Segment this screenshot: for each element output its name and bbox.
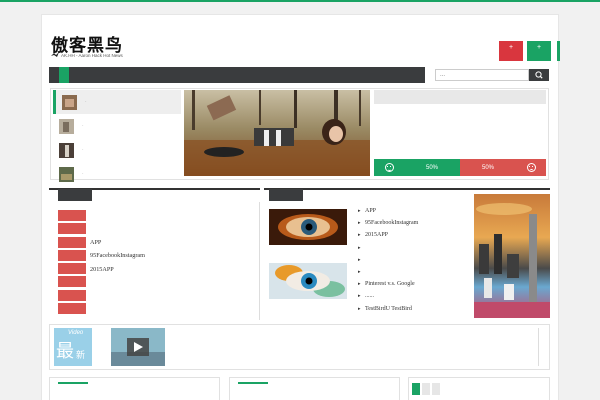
- eye-image-1[interactable]: [269, 209, 347, 245]
- featured-photo[interactable]: [184, 90, 370, 176]
- thumbnail-image: [59, 142, 74, 158]
- card-accent: [238, 382, 268, 384]
- ranking-bar[interactable]: [58, 249, 86, 261]
- ranking-bar[interactable]: [58, 303, 86, 315]
- news-link[interactable]: ......: [358, 290, 418, 302]
- thumbnail-image: [59, 118, 74, 134]
- video-thumbnail[interactable]: [111, 328, 165, 366]
- ranking-bar[interactable]: [58, 263, 86, 275]
- news-link[interactable]: APP: [90, 236, 145, 249]
- vote-down-percent: 50%: [460, 159, 516, 176]
- card-accent: [58, 382, 88, 384]
- ranking-bar[interactable]: [58, 223, 86, 235]
- vote-up-button[interactable]: [374, 159, 404, 176]
- slider-thumb-title: ·: [82, 171, 84, 177]
- slider-thumb-item[interactable]: ·: [53, 90, 181, 114]
- left-news-column: APP 95FacebookInstagram 2015APP: [49, 202, 260, 320]
- news-link[interactable]: 95FacebookInstagram: [358, 217, 418, 229]
- ranking-bar[interactable]: [58, 236, 86, 248]
- header-green-button[interactable]: +: [527, 41, 551, 61]
- ranking-bar[interactable]: [58, 289, 86, 301]
- news-link[interactable]: APP: [358, 205, 418, 217]
- news-link[interactable]: [358, 254, 418, 266]
- vote-bar: 50% 50%: [374, 159, 546, 176]
- nav-home-accent[interactable]: [59, 67, 69, 83]
- news-link[interactable]: 95FacebookInstagram: [90, 249, 145, 262]
- news-link[interactable]: 2015APP: [90, 263, 145, 276]
- news-link[interactable]: 2015APP: [358, 229, 418, 241]
- pager-dot-active[interactable]: [412, 383, 420, 395]
- video-badge-char-small: 新: [76, 351, 86, 361]
- news-link[interactable]: Pinterest v.s. Google: [358, 278, 418, 290]
- city-collage-image[interactable]: [474, 194, 550, 318]
- pager-dot[interactable]: [432, 383, 440, 395]
- video-badge-label: Video: [68, 330, 84, 336]
- bottom-card-1: [49, 377, 220, 400]
- video-badge-char: 最: [56, 341, 74, 362]
- slider-thumb-title: ·: [85, 99, 87, 105]
- slider-info-panel: 50% 50%: [374, 90, 546, 176]
- video-strip: Video 最 新: [49, 324, 550, 370]
- search-icon: [535, 71, 543, 79]
- header-red-button[interactable]: +: [499, 41, 523, 61]
- video-strip-divider: [538, 328, 539, 366]
- right-section-rule: [264, 188, 550, 190]
- slider-thumb-item[interactable]: ·: [53, 162, 181, 186]
- slider-thumbnail-list: · · · ·: [53, 90, 181, 186]
- ranking-bar-list: [58, 210, 86, 316]
- smile-icon: [384, 163, 394, 172]
- bottom-card-2: [229, 377, 400, 400]
- ranking-bar[interactable]: [58, 276, 86, 288]
- site-logo-subtitle: AK.HH - Aaron Hack Hot News: [51, 52, 123, 58]
- bottom-pager: [412, 383, 440, 395]
- thumbnail-image: [62, 94, 77, 110]
- left-section-tab[interactable]: [58, 189, 92, 201]
- thumbnail-image: [59, 166, 74, 182]
- main-nav-bar[interactable]: [49, 67, 425, 83]
- header-edge-marker: [557, 41, 560, 61]
- vote-down-button[interactable]: [516, 159, 546, 176]
- sad-face-icon: [526, 163, 536, 172]
- right-section-tab[interactable]: [269, 189, 303, 201]
- vote-up-percent: 50%: [404, 159, 460, 176]
- eye-image-2[interactable]: [269, 263, 347, 299]
- ranking-bar[interactable]: [58, 210, 86, 221]
- search-button[interactable]: [529, 69, 549, 81]
- middle-link-list: APP 95FacebookInstagram 2015APP Pinteres…: [358, 205, 418, 315]
- news-link[interactable]: [358, 266, 418, 278]
- slider-thumb-item[interactable]: ·: [53, 138, 181, 162]
- left-link-list: APP 95FacebookInstagram 2015APP: [90, 236, 145, 276]
- slider-thumb-title: ·: [82, 147, 84, 153]
- pager-dot[interactable]: [422, 383, 430, 395]
- search-input[interactable]: [435, 69, 529, 81]
- bird-icon: [51, 52, 59, 57]
- news-link[interactable]: TestBirdU TestBird: [358, 303, 418, 315]
- slider-thumb-item[interactable]: ·: [53, 114, 181, 138]
- top-accent-line: [0, 0, 600, 2]
- video-badge[interactable]: Video 最 新: [54, 328, 92, 366]
- slider-thumb-title: ·: [82, 123, 84, 129]
- slider-info-title: [374, 90, 546, 104]
- news-link[interactable]: [358, 242, 418, 254]
- site-slogan: AK.HH - Aaron Hack Hot News: [61, 52, 123, 58]
